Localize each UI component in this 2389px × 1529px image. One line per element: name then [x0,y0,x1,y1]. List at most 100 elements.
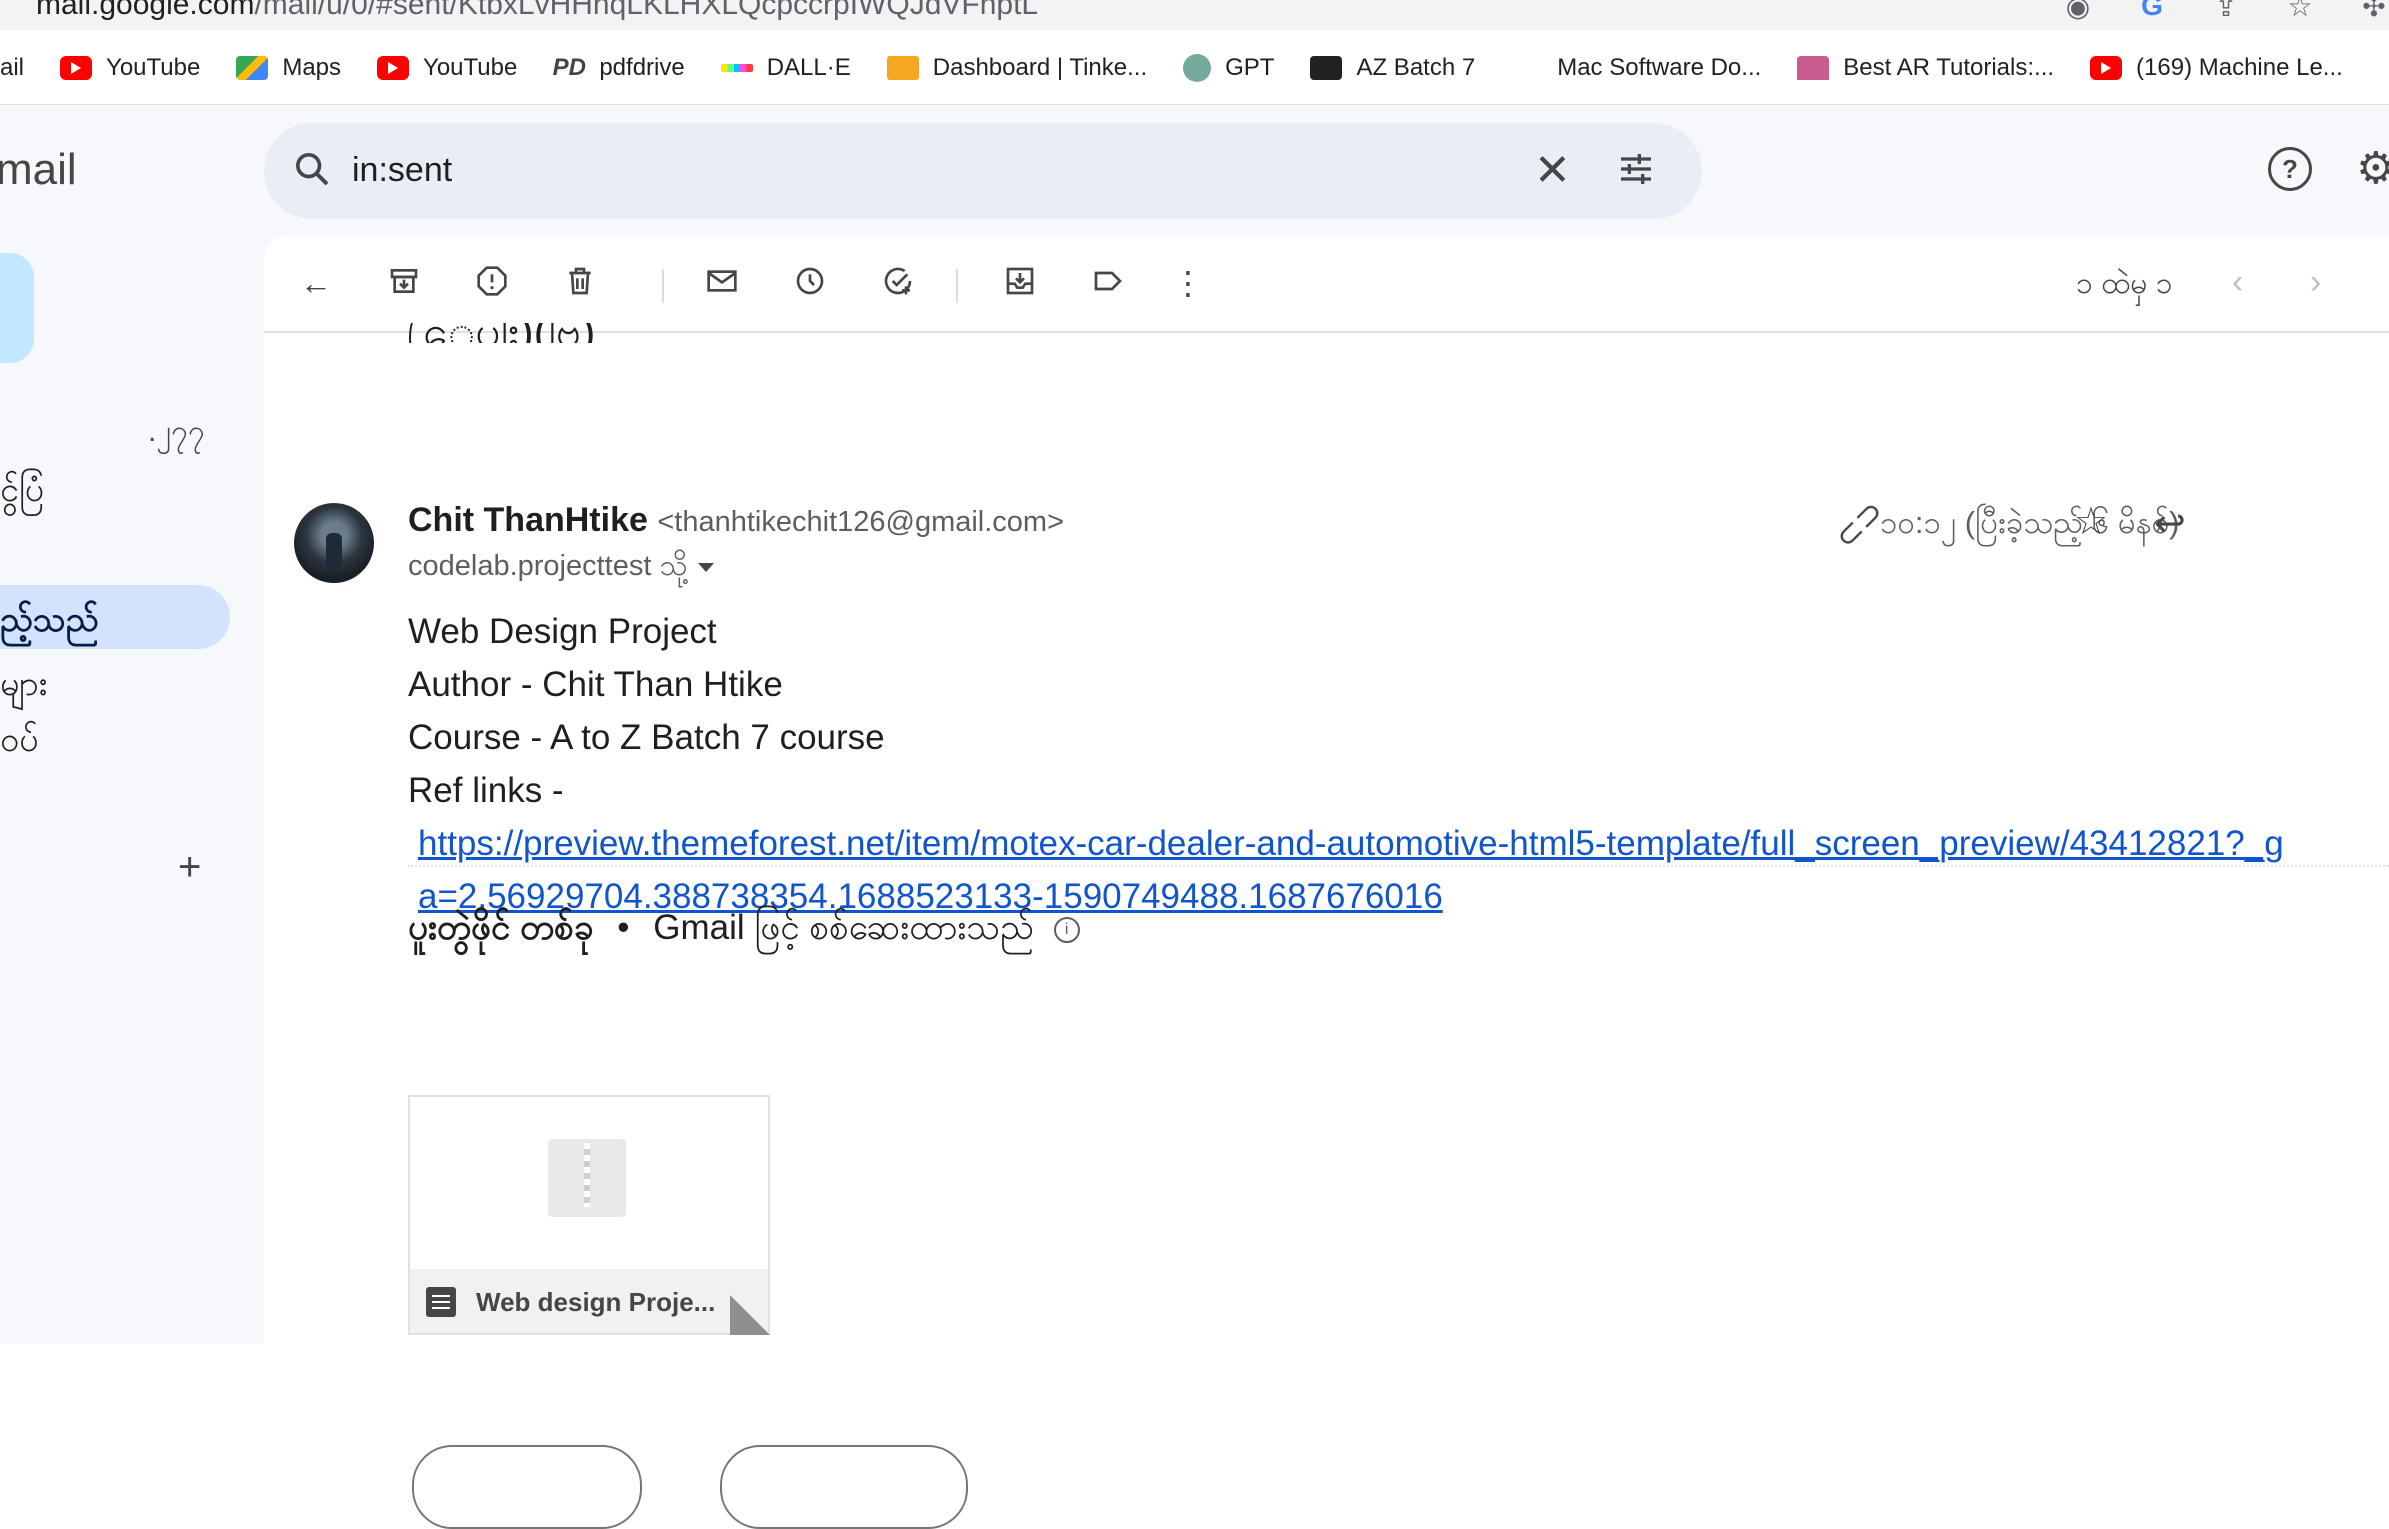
nav-item[interactable]: ငွ်ပြံ [0,467,44,518]
bookmark-machine-learning[interactable]: (169) Machine Le... [2090,54,2343,82]
bookmark-youtube-2[interactable]: YouTube [377,54,517,82]
more-options-icon[interactable]: ⋮ [1170,265,1206,301]
label-icon[interactable] [1090,265,1126,301]
extensions-icon[interactable]: ✣ [2359,0,2389,22]
subject-fragment: (ေပါး)(ဗြ) [406,323,595,343]
document-icon [426,1287,456,1317]
az-icon [1310,56,1343,80]
show-details-caret-icon[interactable] [697,562,714,572]
bookmark-label: YouTube [423,54,518,81]
bookmark-az-batch[interactable]: AZ Batch 7 [1310,54,1475,82]
gmail-app: mail in:sent ✕ ? ⚙ .၂၇၇ ငွ်ပြံ ည့်သည် မျ… [0,105,2389,1529]
gpt-icon [1183,54,1212,82]
star-icon[interactable]: ☆ [2074,499,2108,544]
page-fold-corner [730,1295,770,1335]
compose-button[interactable] [0,253,34,363]
add-label-icon[interactable]: + [178,845,201,890]
attachment-footer: Web design Proje... [410,1269,768,1333]
forward-button[interactable] [720,1445,968,1529]
bookmark-dalle[interactable]: DALL·E [720,54,851,82]
bookmark-maps[interactable]: Maps [236,54,341,82]
url-text[interactable]: mail.google.com/mail/u/0/#sent/KtbxLvHHh… [36,0,1038,22]
body-line: Web Design Project [408,612,717,651]
body-line: Course - A to Z Batch 7 course [408,718,885,757]
add-to-tasks-icon[interactable] [880,265,916,301]
search-input[interactable]: in:sent [352,151,452,190]
bookmark-tinkercad[interactable]: Dashboard | Tinke... [886,54,1148,82]
apple-icon [1511,56,1543,80]
help-icon[interactable]: ? [2268,147,2312,191]
nav-unread-count: .၂၇၇ [148,415,205,448]
toolbar-separator [662,269,664,303]
youtube-icon [377,56,410,80]
attachment-count: ပူးတွဲဖိုင် တစ်ခု [408,908,594,947]
bookmark-youtube[interactable]: YouTube [60,54,200,82]
sender-email: <thanhtikechit126@gmail.com> [657,506,1065,538]
youtube-icon [60,56,93,80]
separator: • [617,908,630,947]
bookmark-pdfdrive[interactable]: PD pdfdrive [552,54,685,82]
nav-item[interactable]: ဝပ် [0,717,38,768]
google-icon[interactable]: G [2137,0,2167,21]
maps-icon [236,56,269,80]
attachments-header: ပူးတွဲဖိုင် တစ်ခု • Gmail ဖြင့် စစ်ဆေးထာ… [408,905,1080,957]
browser-address-bar[interactable]: mail.google.com/mail/u/0/#sent/KtbxLvHHh… [0,0,2389,30]
body-line: Ref links - [408,771,564,810]
bookmark-label: Best AR Tutorials:... [1843,54,2055,81]
recipient-line[interactable]: codelab.projecttest သို့ [408,547,714,590]
gmail-logo[interactable]: mail [0,145,77,195]
settings-gear-icon[interactable]: ⚙ [2356,143,2389,194]
bookmark-label: (169) Machine Le... [2136,54,2343,81]
bookmark-label: AZ Batch 7 [1356,54,1476,81]
scan-note: Gmail ဖြင့် စစ်ဆေးထားသည် [653,908,1034,947]
bookmark-label: GPT [1225,54,1275,81]
chevron-right-icon[interactable]: › [2310,263,2321,302]
dalle-icon [720,64,753,72]
bookmark-label: Dashboard | Tinke... [932,54,1148,81]
sender-line: Chit ThanHtike <thanhtikechit126@gmail.c… [408,501,1064,540]
bookmark-label: Mac Software Do... [1557,54,1762,81]
clear-search-icon[interactable]: ✕ [1534,145,1571,196]
reply-button[interactable] [412,1445,642,1529]
bookmark-gpt[interactable]: GPT [1183,54,1274,82]
message-pane: ← ⋮ ၁ ထဲမှ ၁ ‹ › Chit ThanHtike <thanhti… [264,235,2389,1529]
search-bar[interactable]: in:sent ✕ [264,123,1702,219]
nav-item[interactable]: များ [0,661,47,712]
bookmark-gmail[interactable]: ail [0,54,24,82]
attachments-divider [408,865,2389,867]
snooze-clock-icon[interactable] [792,265,828,301]
ar-icon [1797,56,1830,80]
bookmark-label: pdfdrive [599,54,685,81]
mark-unread-icon[interactable] [704,265,740,301]
bookmark-mac-software[interactable]: Mac Software Do... [1511,54,1761,82]
bookmark-ar-tutorials[interactable]: Best AR Tutorials:... [1797,54,2054,82]
attachment-card[interactable]: Web design Proje... [408,1095,770,1335]
pagination-text: ၁ ထဲမှ ၁ [2076,267,2173,300]
message-time: ၁၀:၁၂ (ပြီးခဲ့သည့် ၆ မိနစ်) [1880,505,2180,540]
youtube-icon [2090,56,2123,80]
url-path: /mail/u/0/#sent/KtbxLvHHhqLKLHXLQcpccrpI… [254,0,1039,21]
bookmark-label: DALL·E [766,54,851,81]
reply-icon[interactable]: ↩ [2154,501,2186,546]
archive-icon[interactable] [386,265,422,301]
info-icon[interactable]: i [1053,916,1080,943]
sender-name[interactable]: Chit ThanHtike [408,501,648,539]
chevron-left-icon[interactable]: ‹ [2232,263,2243,302]
sender-avatar[interactable] [294,503,374,583]
search-icon[interactable] [292,149,336,193]
url-host: mail.google.com [36,0,255,21]
search-options-icon[interactable] [1616,149,1656,199]
share-icon[interactable]: ⇪ [2211,0,2241,22]
move-to-icon[interactable] [1002,265,1038,301]
report-spam-icon[interactable] [474,265,510,301]
tinkercad-icon [886,56,919,80]
pdfdrive-icon: PD [552,54,586,81]
recipient-text: codelab.projecttest သို့ [408,550,688,582]
delete-icon[interactable] [562,265,598,301]
bookmark-star-icon[interactable]: ☆ [2285,0,2315,22]
eye-off-icon[interactable]: ◉ [2063,0,2093,22]
back-arrow-icon[interactable]: ← [298,265,334,301]
attachment-file-name: Web design Proje... [476,1287,716,1317]
message-toolbar: ← ⋮ ၁ ထဲမှ ၁ ‹ › [264,235,2389,331]
message-body: Web Design Project Author - Chit Than Ht… [408,605,2298,923]
